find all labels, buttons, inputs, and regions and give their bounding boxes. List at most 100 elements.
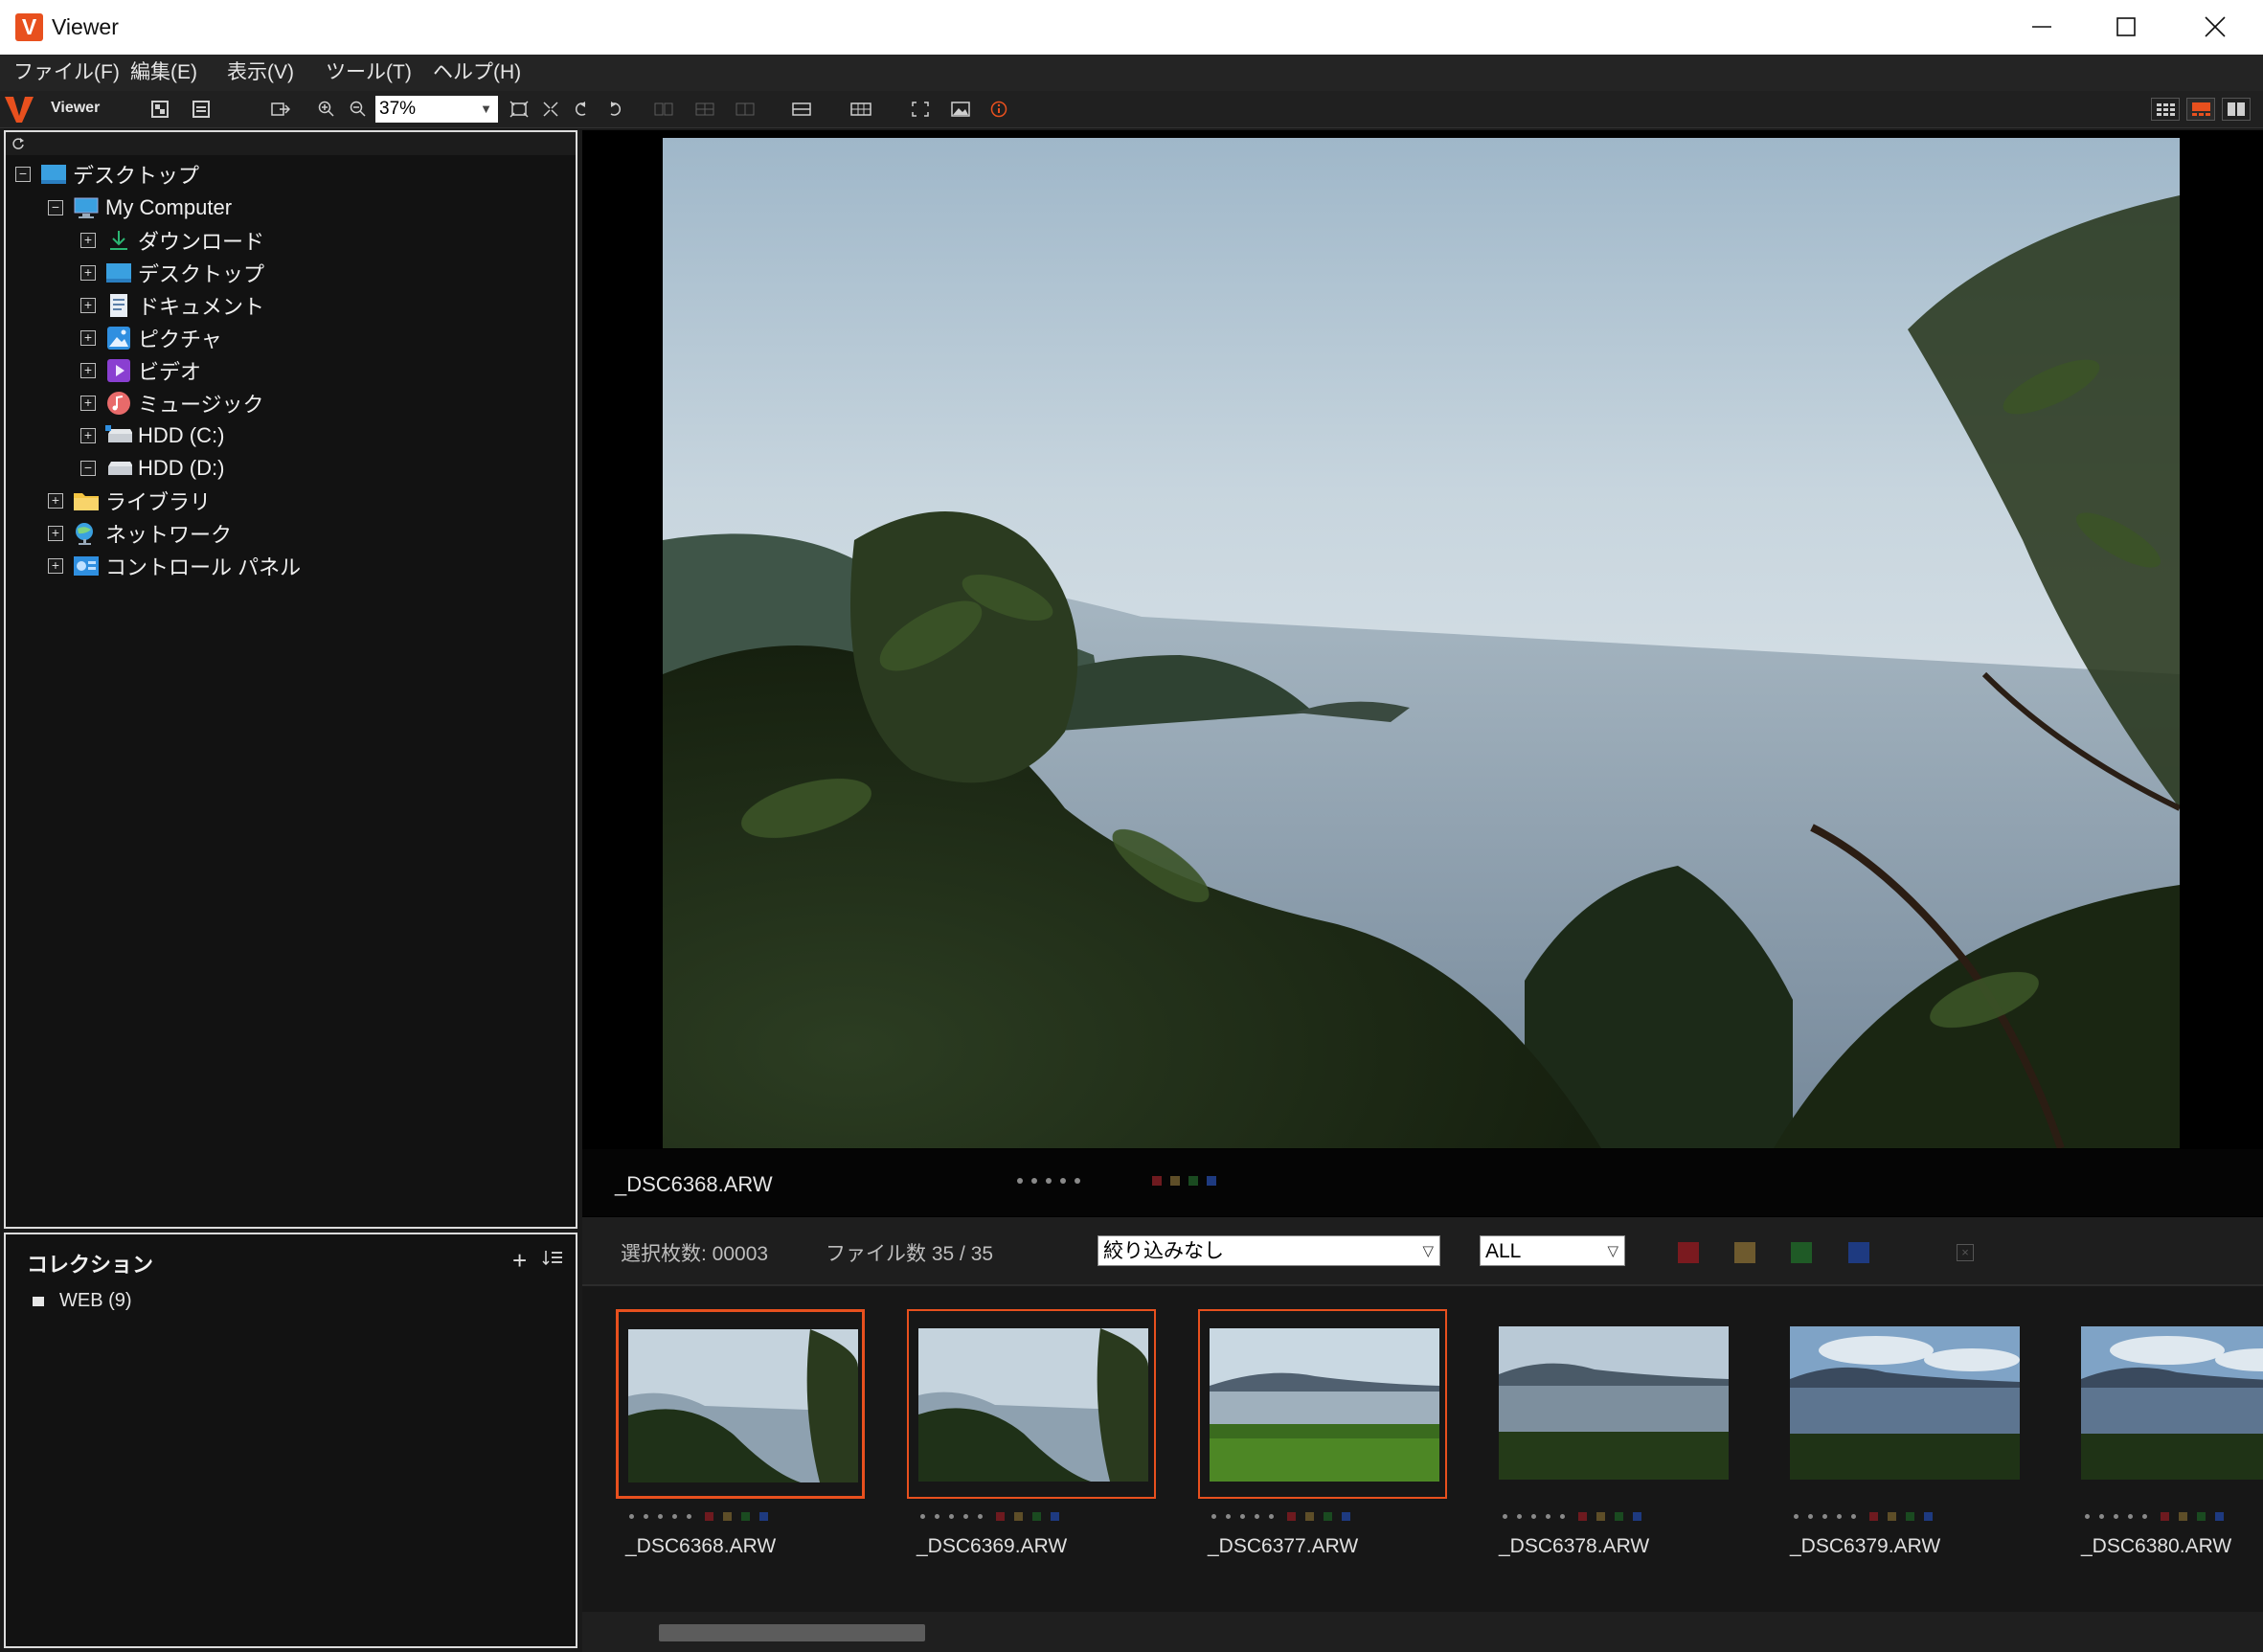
expand-icon[interactable]: + — [80, 233, 96, 248]
label-yellow-icon[interactable] — [723, 1512, 732, 1521]
rating-star-2[interactable] — [935, 1514, 939, 1519]
collapse-icon[interactable]: − — [48, 200, 63, 215]
rating-star-1[interactable] — [1794, 1514, 1799, 1519]
rating-star-1[interactable] — [2085, 1514, 2090, 1519]
label-red-icon[interactable] — [1152, 1176, 1162, 1186]
thumbnail-item[interactable]: _DSC6369.ARW — [907, 1309, 1156, 1577]
label-yellow-icon[interactable] — [1888, 1512, 1896, 1521]
rating-star-3[interactable] — [1240, 1514, 1245, 1519]
grid-view-icon[interactable] — [2151, 98, 2180, 121]
rating-star-4[interactable] — [1546, 1514, 1550, 1519]
compare-4-icon[interactable] — [694, 99, 715, 120]
compare-view-icon[interactable] — [2222, 98, 2251, 121]
tree-item-desktop[interactable]: − デスクトップ — [15, 159, 199, 190]
thumbnail-frame[interactable] — [907, 1309, 1156, 1499]
label-blue-icon[interactable] — [1633, 1512, 1641, 1521]
label-green-icon[interactable] — [2197, 1512, 2206, 1521]
expand-icon[interactable]: + — [80, 428, 96, 443]
label-yellow-icon[interactable] — [1305, 1512, 1314, 1521]
expand-icon[interactable]: + — [48, 558, 63, 574]
zoom-out-icon[interactable] — [348, 99, 369, 120]
tree-item-control-panel[interactable]: + コントロール パネル — [48, 551, 301, 581]
label-blue-icon[interactable] — [1924, 1512, 1933, 1521]
zoom-in-icon[interactable] — [316, 99, 337, 120]
thumbnail-frame[interactable] — [1780, 1309, 2029, 1499]
label-red-icon[interactable] — [1287, 1512, 1296, 1521]
thumbnail-image[interactable] — [1210, 1328, 1439, 1482]
layout-icon[interactable] — [791, 99, 812, 120]
rating-star-4[interactable] — [2128, 1514, 2133, 1519]
rating-star-5[interactable] — [1560, 1514, 1565, 1519]
rating-star-4[interactable] — [672, 1514, 677, 1519]
tree-item-pictures[interactable]: + ピクチャ — [80, 323, 222, 353]
label-green-icon[interactable] — [1615, 1512, 1623, 1521]
close-button[interactable] — [2172, 0, 2258, 55]
tree-item-downloads[interactable]: + ダウンロード — [80, 225, 264, 256]
rating-star-4[interactable] — [1255, 1514, 1259, 1519]
rating-dots[interactable] — [1017, 1178, 1080, 1184]
preview-view-icon[interactable] — [2186, 98, 2215, 121]
rating-star-3[interactable] — [1822, 1514, 1827, 1519]
label-blue-icon[interactable] — [1342, 1512, 1350, 1521]
label-red-icon[interactable] — [1578, 1512, 1587, 1521]
rating-star-2[interactable] — [2099, 1514, 2104, 1519]
thumbnail-image[interactable] — [1790, 1326, 2020, 1480]
rating-star-5[interactable] — [1075, 1178, 1080, 1184]
label-yellow-icon[interactable] — [2179, 1512, 2187, 1521]
label-red-icon[interactable] — [1869, 1512, 1878, 1521]
thumbnail-image[interactable] — [1499, 1326, 1729, 1480]
rating-star-5[interactable] — [1851, 1514, 1856, 1519]
filter-green-button[interactable] — [1791, 1242, 1812, 1263]
tree-toggle-icon[interactable] — [149, 99, 170, 120]
expand-icon[interactable]: + — [80, 363, 96, 378]
thumbnail-item[interactable]: _DSC6377.ARW — [1198, 1309, 1447, 1577]
rating-star-1[interactable] — [1503, 1514, 1507, 1519]
rating-star-3[interactable] — [658, 1514, 663, 1519]
histogram-icon[interactable] — [850, 99, 871, 120]
collapse-icon[interactable]: − — [80, 461, 96, 476]
rating-star-3[interactable] — [1046, 1178, 1052, 1184]
rating-star-4[interactable] — [1060, 1178, 1066, 1184]
rating-star-4[interactable] — [1837, 1514, 1842, 1519]
thumbnail-scrollbar[interactable] — [582, 1612, 2263, 1652]
collection-item-web[interactable]: WEB (9) — [33, 1290, 132, 1312]
thumbnail-frame[interactable] — [616, 1309, 865, 1499]
tree-item-desktop-2[interactable]: + デスクトップ — [80, 258, 264, 288]
minimize-button[interactable] — [1999, 0, 2085, 55]
compare-sync-icon[interactable] — [735, 99, 756, 120]
color-labels[interactable] — [1152, 1176, 1216, 1186]
tree-item-hdd-d[interactable]: − HDD (D:) — [80, 453, 224, 484]
maximize-button[interactable] — [2083, 0, 2169, 55]
tree-item-music[interactable]: + ミュージック — [80, 388, 264, 419]
expand-icon[interactable]: + — [48, 526, 63, 541]
label-green-icon[interactable] — [1906, 1512, 1914, 1521]
panel-toggle-icon[interactable] — [191, 99, 212, 120]
thumbnail-frame[interactable] — [1198, 1309, 1447, 1499]
rating-star-1[interactable] — [629, 1514, 634, 1519]
label-yellow-icon[interactable] — [1014, 1512, 1023, 1521]
label-red-icon[interactable] — [2161, 1512, 2169, 1521]
fullscreen-icon[interactable] — [910, 99, 931, 120]
thumbnail-item[interactable]: _DSC6378.ARW — [1489, 1309, 1738, 1577]
expand-icon[interactable]: + — [80, 396, 96, 411]
rating-select[interactable]: ALL ▽ — [1480, 1235, 1625, 1266]
filter-red-button[interactable] — [1678, 1242, 1699, 1263]
rating-star-4[interactable] — [963, 1514, 968, 1519]
label-yellow-icon[interactable] — [1596, 1512, 1605, 1521]
collapse-icon[interactable]: − — [15, 167, 31, 182]
rating-star-5[interactable] — [1269, 1514, 1274, 1519]
filter-yellow-button[interactable] — [1734, 1242, 1755, 1263]
sort-collection-icon[interactable] — [542, 1250, 563, 1270]
tree-item-libraries[interactable]: + ライブラリ — [48, 486, 211, 516]
info-icon[interactable] — [988, 99, 1009, 120]
rating-star-2[interactable] — [1226, 1514, 1231, 1519]
label-blue-icon[interactable] — [2215, 1512, 2224, 1521]
thumbnail-item[interactable]: _DSC6380.ARW — [2071, 1309, 2263, 1577]
label-blue-icon[interactable] — [759, 1512, 768, 1521]
expand-icon[interactable]: + — [48, 493, 63, 509]
compare-2-icon[interactable] — [653, 99, 674, 120]
tree-item-documents[interactable]: + ドキュメント — [80, 290, 264, 321]
rating-star-3[interactable] — [2114, 1514, 2118, 1519]
rating-star-5[interactable] — [978, 1514, 983, 1519]
menu-help[interactable]: ヘルプ(H) — [433, 60, 521, 85]
